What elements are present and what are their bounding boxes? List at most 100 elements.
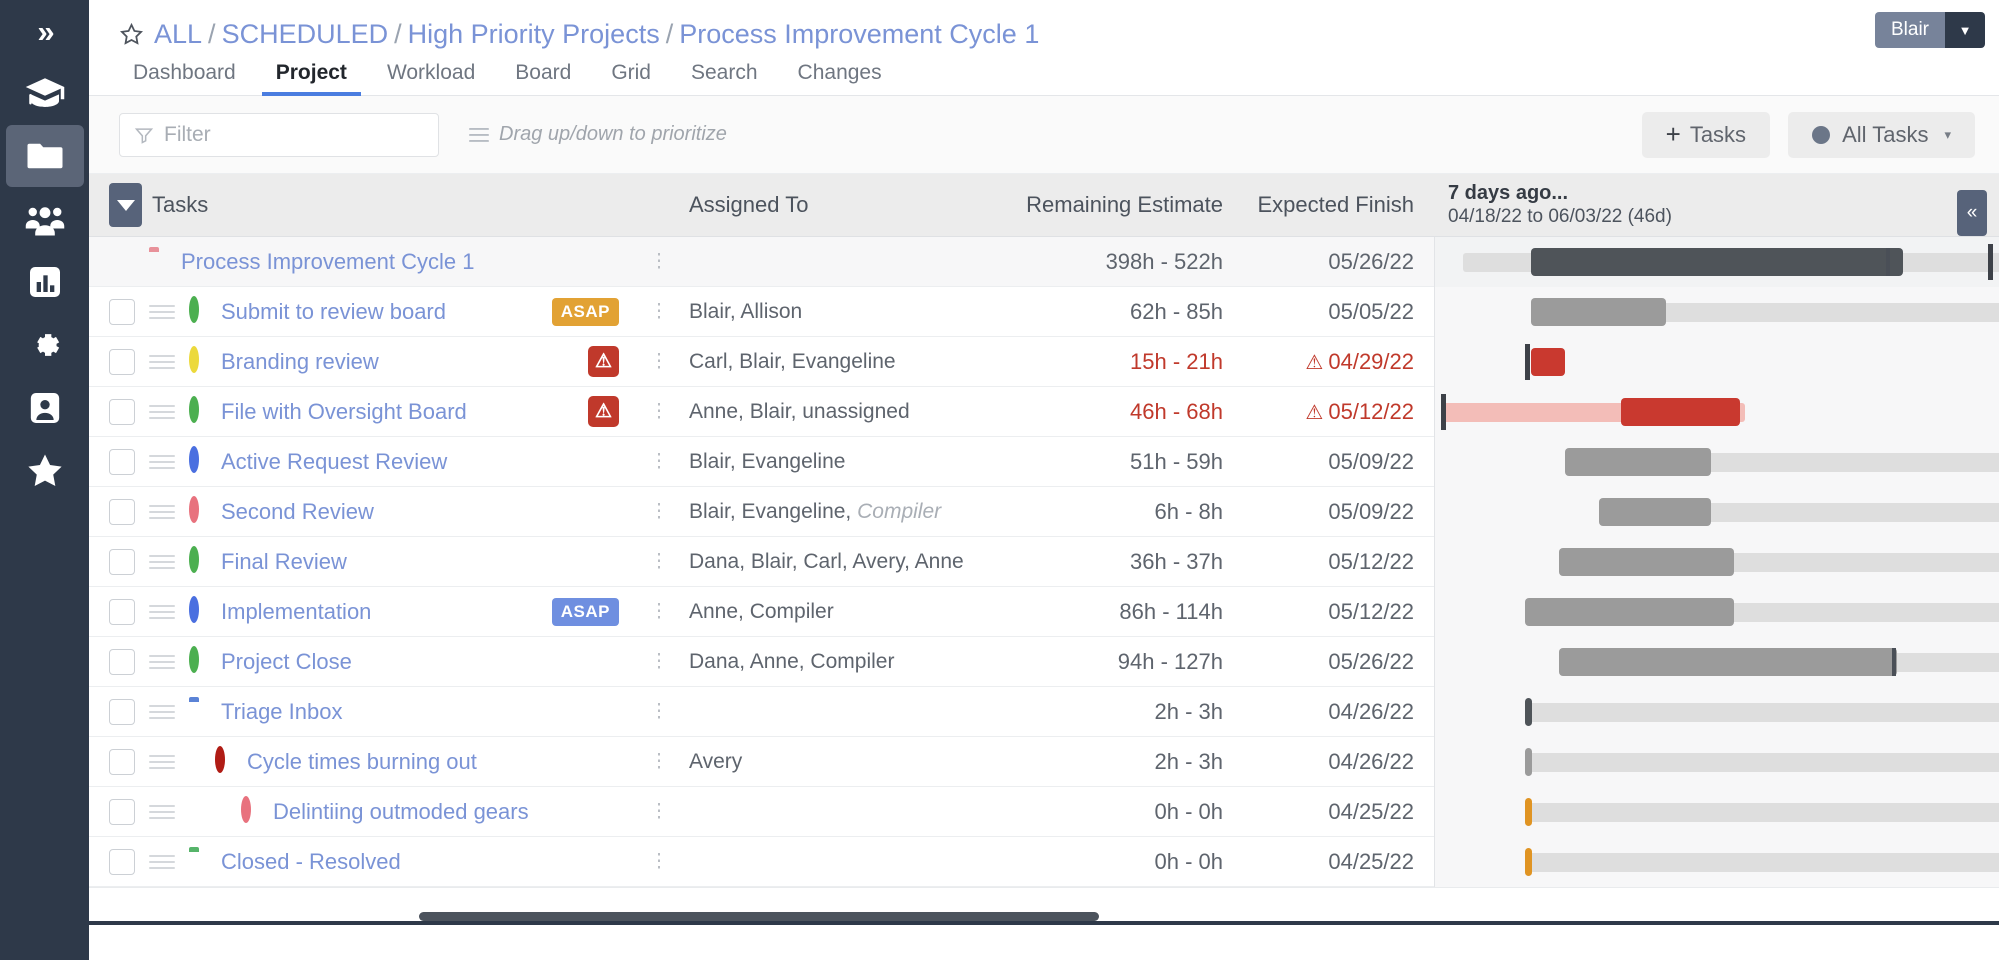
cell-assigned-to[interactable]: Carl, Blair, Evangeline	[689, 350, 964, 374]
tab-workload[interactable]: Workload	[373, 61, 489, 95]
row-checkbox[interactable]	[109, 448, 135, 475]
sidebar-item-favorites[interactable]	[0, 439, 89, 502]
table-row[interactable]: Submit to review board ASAP ⋮ Blair, Alliso…	[89, 286, 1999, 337]
row-menu-button[interactable]: ⋮	[629, 752, 689, 771]
table-row[interactable]: Branding review ⚠ ⋮ Carl, Blair, Evangeline…	[89, 336, 1999, 387]
task-name-link[interactable]: File with Oversight Board	[221, 399, 467, 425]
cell-assigned-to[interactable]: Blair, Allison	[689, 300, 964, 324]
cell-assigned-to[interactable]: Blair, Evangeline, Compiler	[689, 500, 964, 524]
table-row[interactable]: Implementation ASAP ⋮ Anne, Compiler 86h - 1…	[89, 586, 1999, 637]
task-name-link[interactable]: Branding review	[221, 349, 379, 375]
cell-assigned-to[interactable]: Blair, Evangeline	[689, 450, 964, 474]
table-row[interactable]: Cycle times burning out ⋮ Avery 2h - 3h 04/2…	[89, 736, 1999, 787]
breadcrumb-item-scheduled[interactable]: SCHEDULED	[222, 19, 389, 50]
cell-assigned-to[interactable]: Anne, Blair, unassigned	[689, 400, 964, 424]
row-checkbox[interactable]	[109, 798, 135, 825]
cell-gantt[interactable]	[1434, 386, 1999, 437]
task-name-link[interactable]: Implementation	[221, 599, 371, 625]
cell-gantt[interactable]	[1434, 286, 1999, 337]
cell-gantt[interactable]	[1434, 536, 1999, 587]
cell-gantt[interactable]	[1434, 236, 1999, 287]
sidebar-item-profile[interactable]	[0, 376, 89, 439]
row-checkbox[interactable]	[109, 398, 135, 425]
tab-changes[interactable]: Changes	[784, 61, 896, 95]
cell-gantt[interactable]	[1434, 836, 1999, 887]
filter-input[interactable]: Filter	[119, 112, 439, 157]
drag-handle-icon[interactable]	[149, 704, 175, 719]
gantt-bar[interactable]	[1621, 397, 1740, 426]
row-menu-button[interactable]: ⋮	[629, 852, 689, 871]
table-row[interactable]: Closed - Resolved ⋮ 0h - 0h 04/25/22	[89, 836, 1999, 887]
sidebar-item-people[interactable]	[0, 187, 89, 250]
gantt-bar[interactable]	[1598, 497, 1712, 526]
drag-handle-icon[interactable]	[149, 504, 175, 519]
cell-gantt[interactable]	[1434, 436, 1999, 487]
user-menu-button[interactable]: Blair ▼	[1874, 12, 1985, 48]
row-menu-button[interactable]: ⋮	[629, 602, 689, 621]
row-checkbox[interactable]	[109, 298, 135, 325]
sidebar-item-settings[interactable]	[0, 313, 89, 376]
collapse-timeline-panel-button[interactable]: «	[1957, 189, 1987, 236]
cell-assigned-to[interactable]: Anne, Compiler	[689, 600, 964, 624]
sidebar-item-training[interactable]	[0, 62, 89, 125]
row-menu-button[interactable]: ⋮	[629, 552, 689, 571]
tab-board[interactable]: Board	[501, 61, 585, 95]
table-row[interactable]: Triage Inbox ⋮ 2h - 3h 04/26/22	[89, 686, 1999, 737]
cell-gantt[interactable]	[1434, 636, 1999, 687]
gantt-bar[interactable]	[1530, 297, 1667, 326]
table-row[interactable]: Final Review ⋮ Dana, Blair, Carl, Avery, A…	[89, 536, 1999, 587]
star-outline-icon[interactable]	[119, 22, 144, 47]
row-menu-button[interactable]: ⋮	[629, 652, 689, 671]
drag-handle-icon[interactable]	[149, 604, 175, 619]
drag-handle-icon[interactable]	[149, 354, 175, 369]
tab-project[interactable]: Project	[261, 61, 362, 96]
task-name-link[interactable]: Second Review	[221, 499, 374, 525]
row-checkbox[interactable]	[109, 648, 135, 675]
cell-gantt[interactable]	[1434, 486, 1999, 537]
task-name-link[interactable]: Closed - Resolved	[221, 849, 401, 875]
breadcrumb-item-all[interactable]: ALL	[154, 19, 202, 50]
table-row[interactable]: File with Oversight Board ⚠ ⋮ Anne, Blair, …	[89, 386, 1999, 437]
task-name-link[interactable]: Active Request Review	[221, 449, 447, 475]
row-menu-button[interactable]: ⋮	[629, 502, 689, 521]
cell-gantt[interactable]	[1434, 336, 1999, 387]
cell-gantt[interactable]	[1434, 686, 1999, 737]
row-checkbox[interactable]	[109, 848, 135, 875]
column-header-expected-finish[interactable]: Expected Finish	[1249, 192, 1434, 218]
breadcrumb-item-current-project[interactable]: Process Improvement Cycle 1	[679, 19, 1039, 50]
drag-handle-icon[interactable]	[149, 654, 175, 669]
drag-handle-icon[interactable]	[149, 404, 175, 419]
drag-handle-icon[interactable]	[149, 804, 175, 819]
task-name-link[interactable]: Final Review	[221, 549, 347, 575]
breadcrumb-item-high-priority-projects[interactable]: High Priority Projects	[408, 19, 660, 50]
task-name-link[interactable]: Submit to review board	[221, 299, 446, 325]
gantt-bar[interactable]	[1559, 547, 1734, 576]
task-name-link[interactable]: Process Improvement Cycle 1	[181, 249, 474, 275]
gantt-bar[interactable]	[1559, 647, 1898, 676]
gantt-bar[interactable]	[1525, 847, 1532, 876]
cell-assigned-to[interactable]: Dana, Blair, Carl, Avery, Anne	[689, 550, 964, 574]
collapse-all-button[interactable]	[109, 183, 142, 227]
gantt-bar[interactable]	[1525, 747, 1532, 776]
chevron-down-icon[interactable]: ▼	[1945, 12, 1985, 48]
sidebar-item-projects[interactable]	[5, 125, 84, 187]
drag-handle-icon[interactable]	[149, 754, 175, 769]
table-row[interactable]: Delintiing outmoded gears ⋮ 0h - 0h 04/25/2…	[89, 786, 1999, 837]
row-menu-button[interactable]: ⋮	[629, 702, 689, 721]
gantt-bar[interactable]	[1525, 597, 1734, 626]
horizontal-scrollbar[interactable]	[419, 912, 1099, 921]
cell-assigned-to[interactable]: Dana, Anne, Compiler	[689, 650, 964, 674]
row-checkbox[interactable]	[109, 548, 135, 575]
row-checkbox[interactable]	[109, 598, 135, 625]
row-menu-button[interactable]: ⋮	[629, 802, 689, 821]
tab-search[interactable]: Search	[677, 61, 772, 95]
gantt-bar[interactable]	[1564, 447, 1712, 476]
row-menu-button[interactable]: ⋮	[629, 352, 689, 371]
row-checkbox[interactable]	[109, 498, 135, 525]
task-name-link[interactable]: Project Close	[221, 649, 352, 675]
task-view-filter-button[interactable]: All Tasks ▾	[1788, 111, 1975, 158]
row-menu-button[interactable]: ⋮	[629, 402, 689, 421]
table-row[interactable]: Process Improvement Cycle 1 ⋮ 398h - 522h 0…	[89, 236, 1999, 287]
drag-handle-icon[interactable]	[149, 304, 175, 319]
drag-handle-icon[interactable]	[149, 454, 175, 469]
